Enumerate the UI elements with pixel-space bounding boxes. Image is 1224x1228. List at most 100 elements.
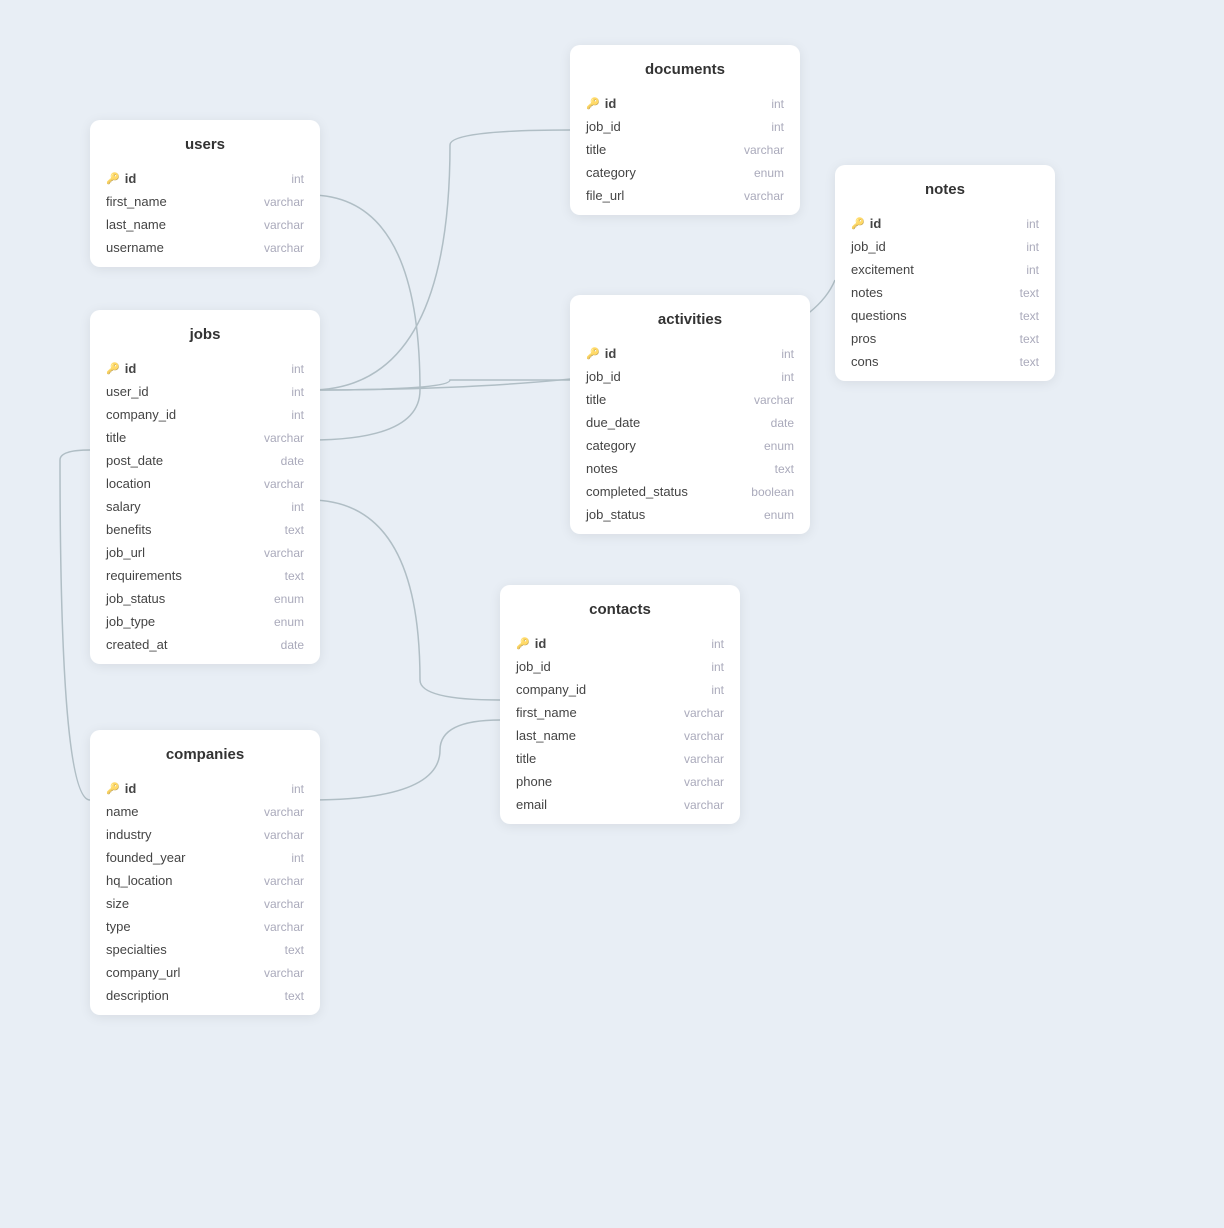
table-row: first_name varchar xyxy=(500,701,740,724)
table-users-body: 🔑 id int first_name varchar last_name va… xyxy=(90,163,320,267)
table-row: industry varchar xyxy=(90,823,320,846)
col-type-id: int xyxy=(291,172,304,186)
table-row: title varchar xyxy=(90,426,320,449)
col-type-company-id: int xyxy=(291,408,304,422)
col-type-job-id: int xyxy=(781,370,794,384)
col-type-last-name: varchar xyxy=(264,218,304,232)
table-row: founded_year int xyxy=(90,846,320,869)
key-icon: 🔑 xyxy=(106,172,120,185)
col-name-title: title xyxy=(586,142,606,157)
col-name-id: 🔑 id xyxy=(851,216,881,231)
table-users[interactable]: users 🔑 id int first_name varchar last_n… xyxy=(90,120,320,267)
col-name-category: category xyxy=(586,438,636,453)
table-row: title varchar xyxy=(570,388,810,411)
col-name-user-id: user_id xyxy=(106,384,149,399)
table-row: 🔑 id int xyxy=(835,212,1055,235)
col-name-founded-year: founded_year xyxy=(106,850,186,865)
table-row: company_id int xyxy=(500,678,740,701)
table-jobs[interactable]: jobs 🔑 id int user_id int company_id int… xyxy=(90,310,320,664)
col-type-last-name: varchar xyxy=(684,729,724,743)
table-row: job_url varchar xyxy=(90,541,320,564)
col-type-id: int xyxy=(1026,217,1039,231)
col-name-id: 🔑 id xyxy=(106,781,136,796)
col-name-id: 🔑 id xyxy=(586,96,616,111)
table-row: email varchar xyxy=(500,793,740,816)
table-row: hq_location varchar xyxy=(90,869,320,892)
table-notes[interactable]: notes 🔑 id int job_id int excitement int… xyxy=(835,165,1055,381)
col-type-category: enum xyxy=(754,166,784,180)
col-type-job-type: enum xyxy=(274,615,304,629)
table-row: company_id int xyxy=(90,403,320,426)
table-activities[interactable]: activities 🔑 id int job_id int title var… xyxy=(570,295,810,534)
col-type-email: varchar xyxy=(684,798,724,812)
table-row: due_date date xyxy=(570,411,810,434)
col-name-id: 🔑 id xyxy=(516,636,546,651)
diagram-canvas: users 🔑 id int first_name varchar last_n… xyxy=(0,0,1224,1228)
col-type-title: varchar xyxy=(684,752,724,766)
col-type-id: int xyxy=(771,97,784,111)
col-name-title: title xyxy=(586,392,606,407)
table-documents[interactable]: documents 🔑 id int job_id int title varc… xyxy=(570,45,800,215)
col-type-company-id: int xyxy=(711,683,724,697)
table-row: job_status enum xyxy=(90,587,320,610)
table-row: company_url varchar xyxy=(90,961,320,984)
col-name-name: name xyxy=(106,804,139,819)
table-documents-body: 🔑 id int job_id int title varchar catego… xyxy=(570,88,800,215)
key-icon: 🔑 xyxy=(516,637,530,650)
col-type-excitement: int xyxy=(1026,263,1039,277)
col-type-title: varchar xyxy=(264,431,304,445)
table-contacts[interactable]: contacts 🔑 id int job_id int company_id … xyxy=(500,585,740,824)
table-row: 🔑 id int xyxy=(90,167,320,190)
col-type-title: varchar xyxy=(744,143,784,157)
table-row: job_id int xyxy=(835,235,1055,258)
col-type-company-url: varchar xyxy=(264,966,304,980)
col-name-id: 🔑 id xyxy=(586,346,616,361)
col-name-industry: industry xyxy=(106,827,152,842)
key-icon: 🔑 xyxy=(851,217,865,230)
col-type-job-status: enum xyxy=(274,592,304,606)
col-type-notes: text xyxy=(1020,286,1039,300)
col-type-notes: text xyxy=(775,462,794,476)
col-type-phone: varchar xyxy=(684,775,724,789)
table-row: user_id int xyxy=(90,380,320,403)
table-row: size varchar xyxy=(90,892,320,915)
table-row: job_id int xyxy=(570,115,800,138)
table-activities-header: activities xyxy=(570,295,810,338)
col-name-company-url: company_url xyxy=(106,965,180,980)
col-name-category: category xyxy=(586,165,636,180)
table-row: job_status enum xyxy=(570,503,810,526)
col-name-location: location xyxy=(106,476,151,491)
col-type-founded-year: int xyxy=(291,851,304,865)
col-name-title: title xyxy=(106,430,126,445)
col-type-job-status: enum xyxy=(764,508,794,522)
col-type-hq-location: varchar xyxy=(264,874,304,888)
col-name-pros: pros xyxy=(851,331,876,346)
col-type-job-id: int xyxy=(771,120,784,134)
table-activities-body: 🔑 id int job_id int title varchar due_da… xyxy=(570,338,810,534)
col-type-id: int xyxy=(291,782,304,796)
col-name-first-name: first_name xyxy=(106,194,167,209)
table-row: pros text xyxy=(835,327,1055,350)
col-name-completed-status: completed_status xyxy=(586,484,688,499)
col-type-size: varchar xyxy=(264,897,304,911)
key-icon: 🔑 xyxy=(106,362,120,375)
col-type-category: enum xyxy=(764,439,794,453)
table-row: phone varchar xyxy=(500,770,740,793)
col-name-job-id: job_id xyxy=(586,119,621,134)
col-name-phone: phone xyxy=(516,774,552,789)
col-type-post-date: date xyxy=(281,454,304,468)
col-type-salary: int xyxy=(291,500,304,514)
table-row: file_url varchar xyxy=(570,184,800,207)
col-name-last-name: last_name xyxy=(516,728,576,743)
table-row: name varchar xyxy=(90,800,320,823)
table-row: title varchar xyxy=(500,747,740,770)
table-row: title varchar xyxy=(570,138,800,161)
col-type-specialties: text xyxy=(285,943,304,957)
table-row: category enum xyxy=(570,161,800,184)
col-name-job-type: job_type xyxy=(106,614,155,629)
col-type-questions: text xyxy=(1020,309,1039,323)
col-name-hq-location: hq_location xyxy=(106,873,173,888)
table-companies[interactable]: companies 🔑 id int name varchar industry… xyxy=(90,730,320,1015)
col-name-email: email xyxy=(516,797,547,812)
col-name-benefits: benefits xyxy=(106,522,152,537)
